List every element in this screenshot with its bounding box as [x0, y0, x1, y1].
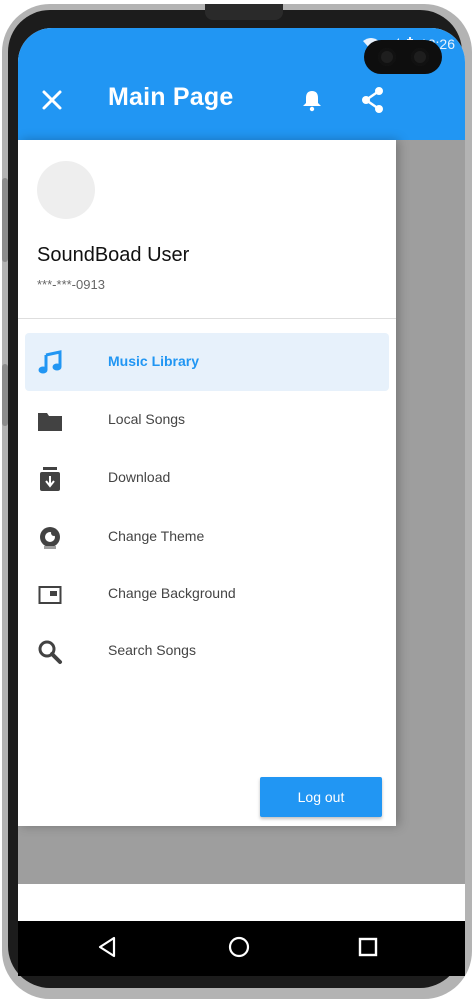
- user-phone: ***-***-0913: [37, 277, 105, 292]
- drawer-item-download[interactable]: Download: [25, 449, 389, 507]
- download-icon: [37, 466, 63, 492]
- system-nav-bar: [18, 921, 465, 976]
- drawer-item-label: Local Songs: [108, 411, 186, 427]
- drawer-item-label: Change Background: [108, 585, 236, 601]
- drawer-item-music-library[interactable]: Music Library: [25, 333, 389, 391]
- screen: 12:26 Main Page SoundBoad User ***-***-0…: [18, 28, 465, 921]
- page-bottom: [18, 884, 465, 921]
- close-icon[interactable]: [40, 88, 64, 112]
- camera-lens: [411, 48, 429, 66]
- logout-button[interactable]: Log out: [260, 777, 382, 817]
- page-title: Main Page: [108, 83, 234, 111]
- recents-icon[interactable]: [357, 935, 379, 959]
- avatar[interactable]: [37, 161, 95, 219]
- folder-icon: [37, 408, 63, 434]
- share-icon[interactable]: [360, 86, 386, 114]
- music-note-icon: [37, 350, 63, 376]
- drawer-item-label: Search Songs: [108, 642, 196, 658]
- drawer-item-change-background[interactable]: Change Background: [25, 565, 389, 623]
- back-icon[interactable]: [96, 935, 118, 959]
- search-icon: [37, 639, 63, 665]
- front-camera: [364, 40, 442, 74]
- theme-icon: [37, 525, 63, 551]
- navigation-drawer: SoundBoad User ***-***-0913 Music Librar…: [18, 140, 396, 826]
- drawer-item-label: Change Theme: [108, 528, 205, 544]
- earpiece: [205, 4, 283, 20]
- background-icon: [37, 582, 63, 608]
- camera-lens: [378, 48, 396, 66]
- drawer-item-change-theme[interactable]: Change Theme: [25, 508, 389, 566]
- drawer-item-label: Music Library: [108, 353, 200, 369]
- drawer-item-search-songs[interactable]: Search Songs: [25, 622, 389, 680]
- divider: [18, 318, 396, 319]
- bell-icon[interactable]: [301, 88, 323, 112]
- drawer-item-label: Download: [108, 469, 171, 485]
- home-icon[interactable]: [227, 935, 251, 959]
- user-name: SoundBoad User: [37, 244, 190, 266]
- drawer-item-local-songs[interactable]: Local Songs: [25, 391, 389, 449]
